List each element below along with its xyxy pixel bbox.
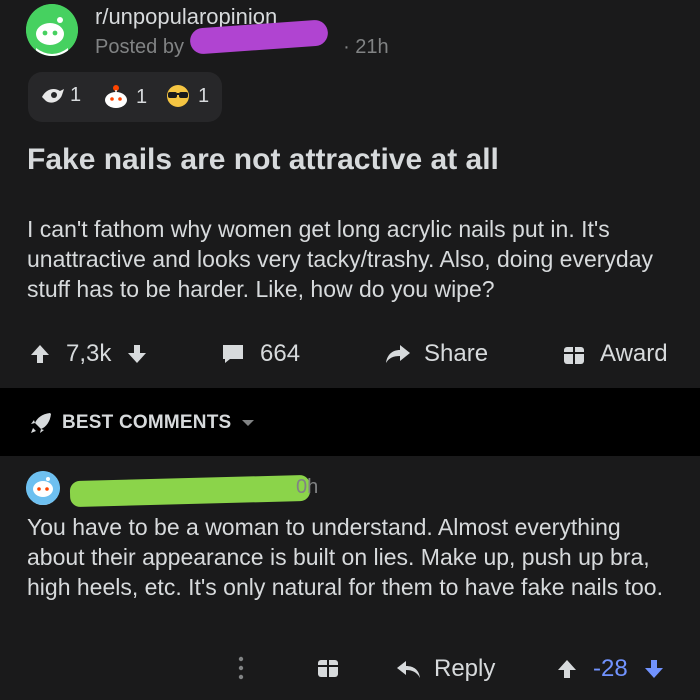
more-options-icon	[238, 656, 244, 680]
share-button[interactable]: Share	[384, 340, 488, 368]
comments-button[interactable]: 664	[220, 340, 300, 368]
snoo-icon	[26, 4, 78, 56]
upvote-icon[interactable]	[555, 657, 579, 681]
rocket-icon	[31, 413, 51, 433]
award-button[interactable]: Award	[562, 340, 668, 368]
subreddit-avatar[interactable]	[26, 4, 78, 56]
snoo-icon	[26, 471, 60, 505]
post-age: · 21h	[343, 36, 389, 58]
gift-icon	[564, 347, 584, 364]
reply-label: Reply	[434, 655, 496, 682]
gift-icon	[318, 660, 338, 677]
comment-score: -28	[593, 655, 628, 682]
award-item[interactable]: 1	[40, 84, 81, 107]
downvote-icon[interactable]	[642, 657, 666, 681]
vote-count: 7,3k	[66, 340, 112, 367]
comment-count: 664	[260, 340, 301, 367]
sunglasses-award-icon	[167, 85, 189, 107]
snoo-award-icon	[105, 85, 127, 108]
award-count: 1	[136, 85, 148, 108]
comment-body: You have to be a woman to understand. Al…	[27, 514, 663, 600]
post-body: I can't fathom why women get long acryli…	[27, 216, 653, 302]
more-options-button[interactable]	[236, 655, 246, 681]
sort-label: BEST COMMENTS	[62, 412, 232, 433]
comment-vote-controls: -28	[555, 655, 666, 683]
awards-bar[interactable]: 1 1 1	[28, 72, 222, 122]
comment-award-button[interactable]	[316, 655, 340, 679]
comment-age: 0h	[296, 476, 319, 498]
comment-bubble-icon	[223, 345, 243, 363]
reply-button[interactable]: Reply	[396, 655, 495, 683]
award-count: 1	[70, 84, 82, 106]
share-arrow-icon	[386, 345, 410, 363]
reply-arrow-icon	[397, 661, 420, 678]
post-title[interactable]: Fake nails are not attractive at all	[27, 143, 499, 177]
comment-sort-dropdown[interactable]: BEST COMMENTS	[28, 410, 255, 436]
commenter-avatar[interactable]	[26, 471, 60, 505]
posted-by-label: Posted by	[95, 36, 184, 58]
award-item[interactable]: 1	[102, 84, 147, 110]
award-count: 1	[198, 84, 210, 107]
hand-award-icon	[42, 88, 64, 103]
award-label: Award	[600, 340, 668, 367]
chevron-down-icon	[242, 420, 255, 426]
vote-controls: 7,3k	[28, 340, 149, 368]
upvote-icon[interactable]	[28, 342, 52, 366]
award-item[interactable]: 1	[164, 84, 209, 108]
share-label: Share	[424, 340, 489, 367]
downvote-icon[interactable]	[125, 342, 149, 366]
